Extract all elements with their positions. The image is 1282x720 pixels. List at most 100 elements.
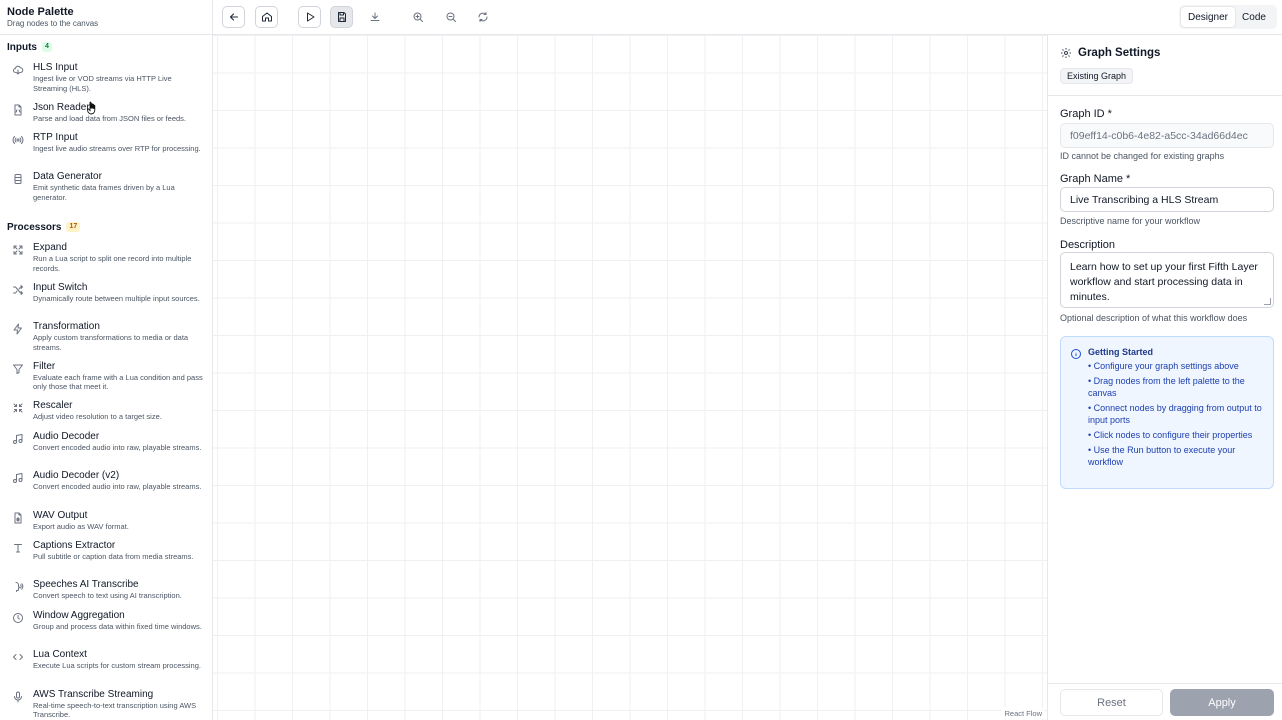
save-button[interactable] bbox=[330, 6, 353, 28]
save-icon bbox=[337, 12, 346, 22]
node-palette-item[interactable]: RTP Input Ingest live audio streams over … bbox=[0, 132, 212, 170]
node-item-text: Lua Context Execute Lua scripts for custo… bbox=[33, 649, 205, 671]
node-item-text: Audio Decoder Convert encoded audio into … bbox=[33, 431, 205, 453]
node-item-name: Audio Decoder (v2) bbox=[33, 470, 120, 481]
node-item-description: Execute Lua scripts for custom stream pr… bbox=[33, 661, 201, 670]
inputs-section-header: Inputs 4 bbox=[0, 40, 52, 54]
description-value: Learn how to set up your first Fifth Lay… bbox=[1070, 261, 1258, 303]
zoom-in-button[interactable] bbox=[406, 6, 429, 28]
shuffle-icon bbox=[12, 284, 26, 298]
node-item-text: HLS Input Ingest live or VOD streams via … bbox=[33, 62, 205, 93]
node-item-name: Speeches AI Transcribe bbox=[33, 579, 139, 590]
node-item-description: Pull subtitle or caption data from media… bbox=[33, 551, 194, 561]
refresh-icon bbox=[478, 12, 487, 22]
graph-settings-panel: Graph Settings Existing Graph Graph ID *… bbox=[1047, 35, 1282, 720]
download-button[interactable] bbox=[363, 6, 386, 28]
node-palette-item[interactable]: Audio Decoder Convert encoded audio into … bbox=[0, 431, 212, 469]
node-item-name: Window Aggregation bbox=[33, 609, 125, 621]
graph-id-value: f09eff14-c0b6-4e82-a5cc-34ad66d4ec bbox=[1070, 129, 1248, 142]
node-item-text: Filter Evaluate each frame with a Lua con… bbox=[33, 361, 205, 392]
getting-started-item: • Drag nodes from the left palette to th… bbox=[1088, 376, 1245, 398]
node-palette-item[interactable]: Data Generator Emit synthetic data frames… bbox=[0, 171, 212, 209]
node-palette-item[interactable]: HLS Input Ingest live or VOD streams via … bbox=[0, 62, 212, 100]
view-mode-toggle: Designer Code bbox=[1179, 5, 1277, 29]
node-item-name: Filter bbox=[33, 360, 56, 372]
settings-title-text: Graph Settings bbox=[1078, 47, 1161, 59]
home-button[interactable] bbox=[255, 6, 278, 28]
node-item-description: Dynamically route between multiple input… bbox=[33, 293, 200, 303]
node-item-text: Input Switch Dynamically route between mu… bbox=[33, 282, 205, 304]
apply-button[interactable]: Apply bbox=[1170, 689, 1274, 716]
node-palette-item[interactable]: Captions Extractor Pull subtitle or capti… bbox=[0, 540, 212, 578]
getting-started-box: Getting Started • Configure your graph s… bbox=[1060, 336, 1274, 489]
node-item-name: Data Generator bbox=[33, 171, 102, 182]
node-item-name: Transformation bbox=[33, 321, 100, 332]
node-palette-item[interactable]: Lua Context Execute Lua scripts for custo… bbox=[0, 649, 212, 687]
node-item-description: Evaluate each frame with a Lua condition… bbox=[33, 372, 203, 392]
processors-section-header: Processors 17 bbox=[0, 220, 81, 234]
settings-title: Graph Settings bbox=[1060, 47, 1160, 59]
palette-header: Node Palette Drag nodes to the canvas bbox=[0, 0, 212, 35]
zap-icon bbox=[12, 323, 26, 337]
node-palette: Node Palette Drag nodes to the canvas In… bbox=[0, 0, 213, 720]
node-palette-item[interactable]: Input Switch Dynamically route between mu… bbox=[0, 282, 212, 320]
node-item-description: Convert encoded audio into raw, playable… bbox=[33, 442, 202, 452]
node-item-name: Lua Context bbox=[33, 649, 87, 660]
flow-canvas[interactable]: React Flow bbox=[213, 35, 1047, 720]
music-icon bbox=[12, 472, 26, 486]
node-item-text: Json Reader Parse and load data from JSON… bbox=[33, 102, 205, 124]
graph-name-input[interactable]: Live Transcribing a HLS Stream bbox=[1060, 187, 1274, 212]
description-help: Optional description of what this workfl… bbox=[1060, 313, 1248, 323]
shrink-icon bbox=[12, 402, 26, 416]
file-audio-icon bbox=[12, 512, 26, 526]
graph-id-help: ID cannot be changed for existing graphs bbox=[1060, 151, 1225, 161]
getting-started-item: • Click nodes to configure their propert… bbox=[1088, 430, 1253, 440]
code-icon bbox=[12, 651, 26, 665]
node-item-description: Ingest live audio streams over RTP for p… bbox=[33, 144, 201, 153]
zoom-out-icon bbox=[446, 12, 456, 22]
radio-icon bbox=[12, 134, 26, 148]
description-textarea[interactable]: Learn how to set up your first Fifth Lay… bbox=[1060, 252, 1274, 308]
node-palette-item[interactable]: Audio Decoder (v2) Convert encoded audio … bbox=[0, 470, 212, 508]
processors-section-label: Processors bbox=[7, 221, 62, 233]
tab-designer[interactable]: Designer bbox=[1181, 7, 1235, 27]
run-button[interactable] bbox=[298, 6, 321, 28]
zoom-out-button[interactable] bbox=[439, 6, 462, 28]
existing-graph-badge: Existing Graph bbox=[1060, 68, 1134, 84]
node-palette-item[interactable]: Window Aggregation Group and process data… bbox=[0, 610, 212, 648]
music-icon bbox=[12, 433, 26, 447]
inputs-section-label: Inputs bbox=[7, 41, 37, 53]
reset-button[interactable]: Reset bbox=[1060, 689, 1163, 716]
node-item-text: Expand Run a Lua script to split one reco… bbox=[33, 242, 205, 273]
node-item-description: Group and process data within fixed time… bbox=[33, 621, 202, 631]
node-palette-item[interactable]: Filter Evaluate each frame with a Lua con… bbox=[0, 361, 212, 399]
settings-header: Graph Settings Existing Graph bbox=[1048, 35, 1282, 96]
node-palette-item[interactable]: AWS Transcribe Streaming Real-time speech… bbox=[0, 689, 212, 720]
speech-icon bbox=[12, 581, 26, 595]
node-palette-item[interactable]: Transformation Apply custom transformatio… bbox=[0, 321, 212, 359]
database-icon bbox=[12, 173, 26, 187]
node-item-description: Emit synthetic data frames driven by a L… bbox=[33, 183, 175, 202]
home-icon bbox=[261, 12, 272, 22]
node-item-name: RTP Input bbox=[33, 132, 78, 143]
node-palette-item[interactable]: Expand Run a Lua script to split one reco… bbox=[0, 242, 212, 280]
node-item-name: AWS Transcribe Streaming bbox=[33, 688, 154, 700]
node-item-text: Speeches AI Transcribe Convert speech to … bbox=[33, 579, 205, 601]
node-item-text: WAV Output Export audio as WAV format. bbox=[33, 510, 205, 532]
getting-started-list: • Configure your graph settings above • D… bbox=[1088, 360, 1265, 468]
react-flow-attribution[interactable]: React Flow bbox=[1002, 708, 1044, 719]
getting-started-item: • Configure your graph settings above bbox=[1088, 361, 1239, 371]
getting-started-title: Getting Started bbox=[1088, 347, 1154, 357]
hand-cursor-icon bbox=[86, 101, 98, 118]
resize-handle-icon[interactable] bbox=[1264, 298, 1271, 305]
download-icon bbox=[370, 12, 379, 21]
tab-code[interactable]: Code bbox=[1235, 7, 1273, 27]
back-button[interactable] bbox=[222, 6, 245, 28]
reset-view-button[interactable] bbox=[471, 6, 494, 28]
node-item-text: Captions Extractor Pull subtitle or capti… bbox=[33, 540, 205, 562]
settings-footer: Reset Apply bbox=[1048, 683, 1282, 720]
node-item-name: HLS Input bbox=[33, 62, 78, 73]
node-item-text: AWS Transcribe Streaming Real-time speech… bbox=[33, 689, 205, 720]
filter-icon bbox=[12, 363, 26, 377]
getting-started-item: • Connect nodes by dragging from output … bbox=[1088, 403, 1262, 425]
